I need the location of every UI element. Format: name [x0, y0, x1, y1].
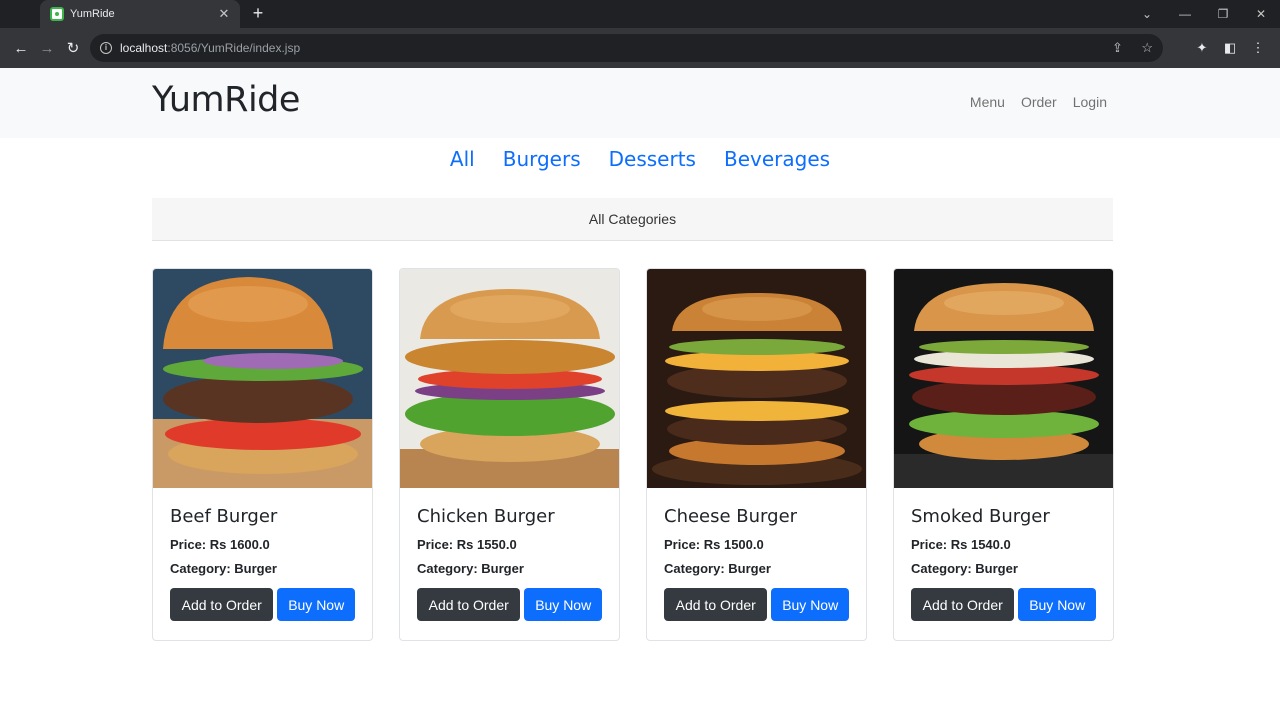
add-to-order-button[interactable]: Add to Order — [911, 588, 1015, 621]
site-navbar: YumRide Menu Order Login — [0, 68, 1280, 138]
category-burgers[interactable]: Burgers — [503, 147, 581, 173]
minimize-icon[interactable]: — — [1166, 7, 1204, 21]
browser-tab[interactable]: YumRide ✕ — [40, 0, 240, 28]
tab-search-icon[interactable]: ⌄ — [1128, 7, 1166, 21]
url-text[interactable]: localhost:8056/YumRide/index.jsp — [120, 41, 1098, 55]
nav-login[interactable]: Login — [1073, 94, 1107, 110]
product-price: Price: Rs 1600.0 — [170, 537, 270, 552]
product-price: Price: Rs 1500.0 — [664, 537, 764, 552]
product-name: Smoked Burger — [911, 506, 1050, 527]
product-category: Category: Burger — [911, 561, 1018, 576]
close-tab-icon[interactable]: ✕ — [216, 6, 232, 22]
category-header: All Categories — [152, 198, 1113, 241]
product-card: Beef Burger Price: Rs 1600.0 Category: B… — [152, 268, 373, 641]
forward-icon[interactable]: → — [34, 40, 60, 57]
buy-now-button[interactable]: Buy Now — [1018, 588, 1096, 621]
extension-area: ✦ ◧ ⋮ — [1188, 28, 1272, 68]
product-image-beef-burger — [153, 269, 372, 488]
product-card-body: Smoked Burger Price: Rs 1540.0 Category:… — [894, 488, 1113, 639]
product-image-cheese-burger — [647, 269, 866, 488]
product-name: Chicken Burger — [417, 506, 555, 527]
product-actions: Add to Order Buy Now — [417, 588, 602, 621]
product-price: Price: Rs 1550.0 — [417, 537, 517, 552]
product-card: Cheese Burger Price: Rs 1500.0 Category:… — [646, 268, 867, 641]
browser-tabbar: YumRide ✕ + ⌄ — ❐ ✕ — [0, 0, 1280, 28]
tab-title: YumRide — [70, 8, 115, 20]
sidepanel-icon[interactable]: ◧ — [1216, 40, 1244, 56]
browser-toolbar: ← → ↻ i localhost:8056/YumRide/index.jsp… — [0, 28, 1280, 68]
share-icon[interactable]: ⇪ — [1112, 40, 1123, 55]
buy-now-button[interactable]: Buy Now — [524, 588, 602, 621]
nav-order[interactable]: Order — [1021, 94, 1057, 110]
product-card-body: Chicken Burger Price: Rs 1550.0 Category… — [400, 488, 619, 639]
product-name: Beef Burger — [170, 506, 278, 527]
back-icon[interactable]: ← — [8, 40, 34, 57]
brand-logo[interactable]: YumRide — [152, 80, 300, 120]
product-price: Price: Rs 1540.0 — [911, 537, 1011, 552]
menu-icon[interactable]: ⋮ — [1244, 40, 1272, 56]
add-to-order-button[interactable]: Add to Order — [417, 588, 521, 621]
omnibox-actions: ⇪ ☆ — [1098, 39, 1153, 57]
url-path: :8056/YumRide/index.jsp — [167, 41, 301, 55]
buy-now-button[interactable]: Buy Now — [771, 588, 849, 621]
category-beverages[interactable]: Beverages — [724, 147, 830, 173]
info-icon[interactable]: i — [100, 42, 112, 54]
star-icon[interactable]: ☆ — [1141, 40, 1153, 55]
address-bar[interactable]: i localhost:8056/YumRide/index.jsp ⇪ ☆ — [90, 34, 1163, 62]
category-desserts[interactable]: Desserts — [609, 147, 696, 173]
product-actions: Add to Order Buy Now — [911, 588, 1096, 621]
product-category: Category: Burger — [417, 561, 524, 576]
product-category: Category: Burger — [664, 561, 771, 576]
buy-now-button[interactable]: Buy Now — [277, 588, 355, 621]
category-links: All Burgers Desserts Beverages — [0, 147, 1280, 173]
new-tab-icon[interactable]: + — [248, 3, 268, 23]
product-image-chicken-burger — [400, 269, 619, 488]
product-category: Category: Burger — [170, 561, 277, 576]
product-card-body: Beef Burger Price: Rs 1600.0 Category: B… — [153, 488, 372, 639]
reload-icon[interactable]: ↻ — [60, 39, 86, 57]
product-grid: Beef Burger Price: Rs 1600.0 Category: B… — [152, 268, 1114, 641]
category-all[interactable]: All — [450, 147, 475, 173]
add-to-order-button[interactable]: Add to Order — [170, 588, 274, 621]
product-name: Cheese Burger — [664, 506, 798, 527]
extensions-icon[interactable]: ✦ — [1188, 40, 1216, 56]
close-window-icon[interactable]: ✕ — [1242, 7, 1280, 21]
url-host: localhost — [120, 41, 168, 55]
window-controls: ⌄ — ❐ ✕ — [1128, 0, 1280, 28]
favicon-icon — [50, 7, 64, 21]
product-card: Smoked Burger Price: Rs 1540.0 Category:… — [893, 268, 1114, 641]
product-card: Chicken Burger Price: Rs 1550.0 Category… — [399, 268, 620, 641]
product-card-body: Cheese Burger Price: Rs 1500.0 Category:… — [647, 488, 866, 639]
top-nav: Menu Order Login — [970, 94, 1107, 110]
restore-icon[interactable]: ❐ — [1204, 7, 1242, 21]
nav-menu[interactable]: Menu — [970, 94, 1005, 110]
product-image-smoked-burger — [894, 269, 1113, 488]
product-actions: Add to Order Buy Now — [170, 588, 355, 621]
product-actions: Add to Order Buy Now — [664, 588, 849, 621]
add-to-order-button[interactable]: Add to Order — [664, 588, 768, 621]
